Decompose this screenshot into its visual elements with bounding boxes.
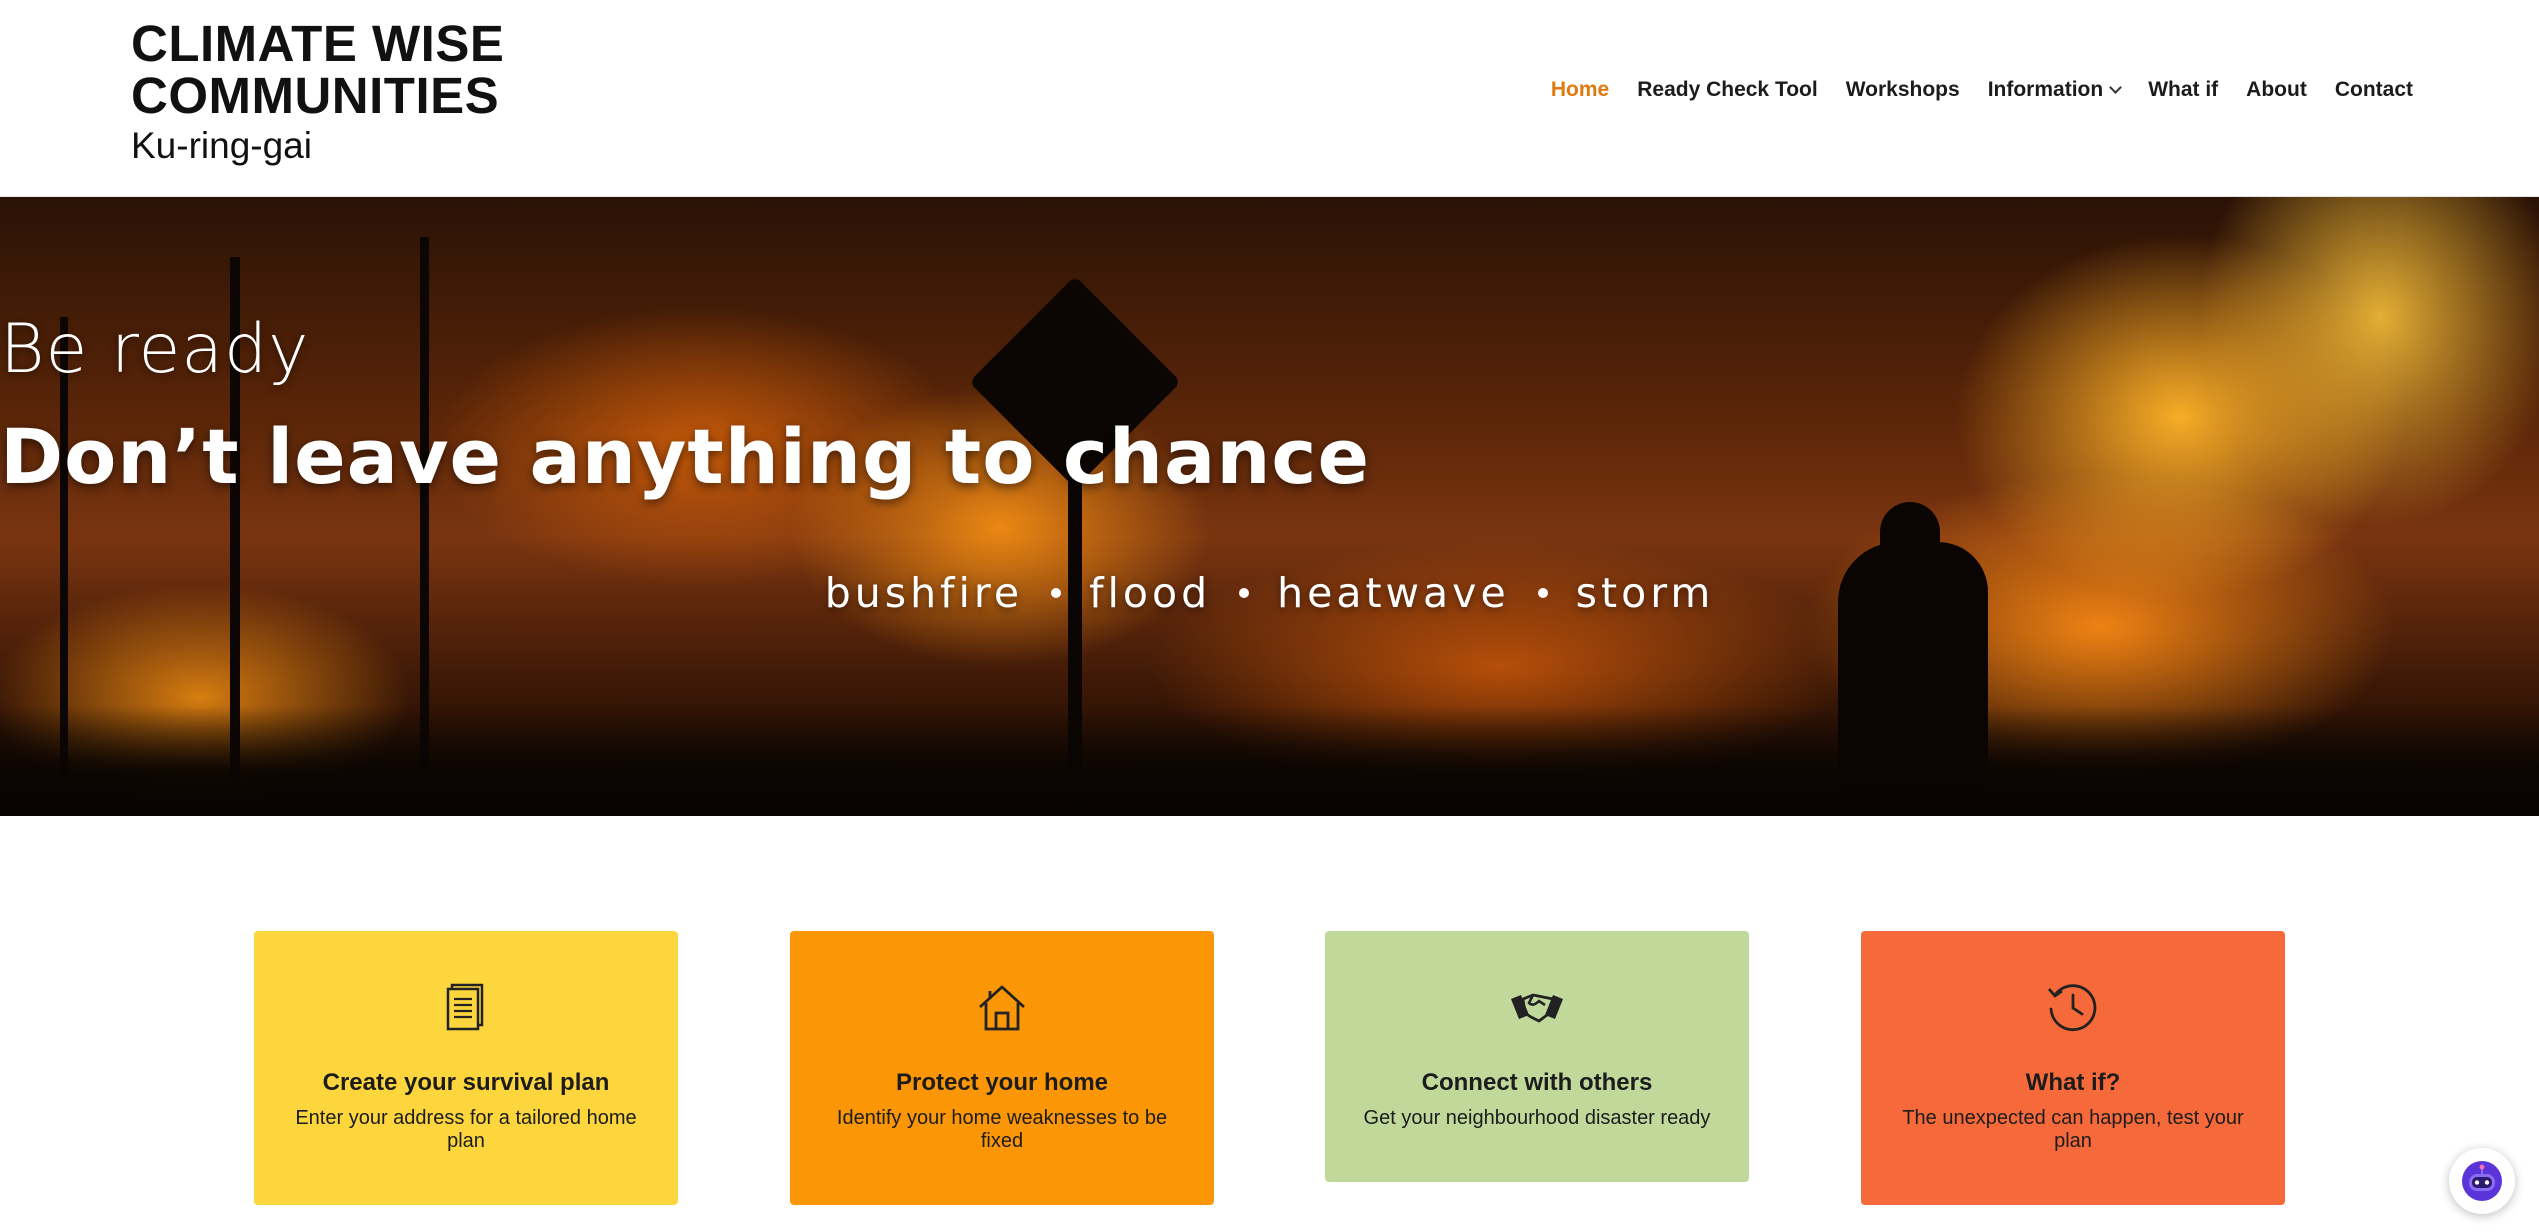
nav-information-label: Information [1987, 78, 2104, 101]
card-description: Identify your home weaknesses to be fixe… [836, 1107, 1168, 1152]
house-icon [979, 985, 1025, 1031]
card-survival-plan[interactable]: Create your survival plan Enter your add… [254, 931, 678, 1205]
hero-ground [0, 706, 2539, 816]
card-description: Get your neighbourhood disaster ready [1363, 1107, 1711, 1129]
chatbot-icon [2462, 1161, 2502, 1201]
card-title: Protect your home [895, 1069, 1109, 1096]
nav-ready-check-tool[interactable]: Ready Check Tool [1637, 78, 1818, 102]
history-clock-icon [2047, 984, 2097, 1032]
nav-about[interactable]: About [2246, 78, 2307, 102]
site-logo[interactable]: CLIMATE WISE COMMUNITIES Ku-ring-gai [131, 18, 504, 168]
card-what-if[interactable]: What if? The unexpected can happen, test… [1861, 931, 2285, 1205]
nav-what-if[interactable]: What if [2148, 78, 2218, 102]
card-description: Enter your address for a tailored home p… [295, 1107, 637, 1152]
card-title: Create your survival plan [322, 1069, 610, 1096]
nav-contact[interactable]: Contact [2335, 78, 2413, 102]
main-nav: Home Ready Check Tool Workshops Informat… [1523, 78, 2413, 102]
handshake-icon [1511, 993, 1563, 1023]
hazard-bushfire: bushfire [824, 569, 1024, 617]
document-icon [446, 983, 484, 1031]
logo-subtitle: Ku-ring-gai [131, 125, 312, 166]
bullet-dot [1537, 588, 1548, 598]
hero-title: Don’t leave anything to chance [0, 412, 1371, 501]
logo-line-2: COMMUNITIES [131, 67, 500, 124]
site-header: CLIMATE WISE COMMUNITIES Ku-ring-gai Hom… [0, 0, 2539, 197]
chatbot-button[interactable] [2449, 1148, 2515, 1214]
card-connect-others[interactable]: Connect with others Get your neighbourho… [1325, 931, 1749, 1182]
hero-hazards: bushfire flood heatwave storm [0, 569, 2539, 617]
card-description: The unexpected can happen, test your pla… [1902, 1107, 2244, 1152]
nav-home[interactable]: Home [1551, 78, 1609, 102]
bullet-dot [1239, 588, 1250, 598]
card-protect-home[interactable]: Protect your home Identify your home wea… [790, 931, 1214, 1205]
card-title: Connect with others [1421, 1069, 1653, 1096]
card-title: What if? [2025, 1069, 2121, 1096]
logo-line-1: CLIMATE WISE [131, 15, 505, 72]
hazard-storm: storm [1575, 569, 1715, 617]
bullet-dot [1051, 588, 1062, 598]
hazard-heatwave: heatwave [1277, 569, 1510, 617]
chevron-down-icon [2109, 81, 2123, 94]
hazard-flood: flood [1089, 569, 1212, 617]
nav-information[interactable]: Information [1987, 78, 2123, 102]
nav-workshops[interactable]: Workshops [1846, 78, 1960, 102]
hero-kicker: Be ready [0, 310, 310, 389]
hero-banner: Be ready Don’t leave anything to chance … [0, 197, 2539, 816]
